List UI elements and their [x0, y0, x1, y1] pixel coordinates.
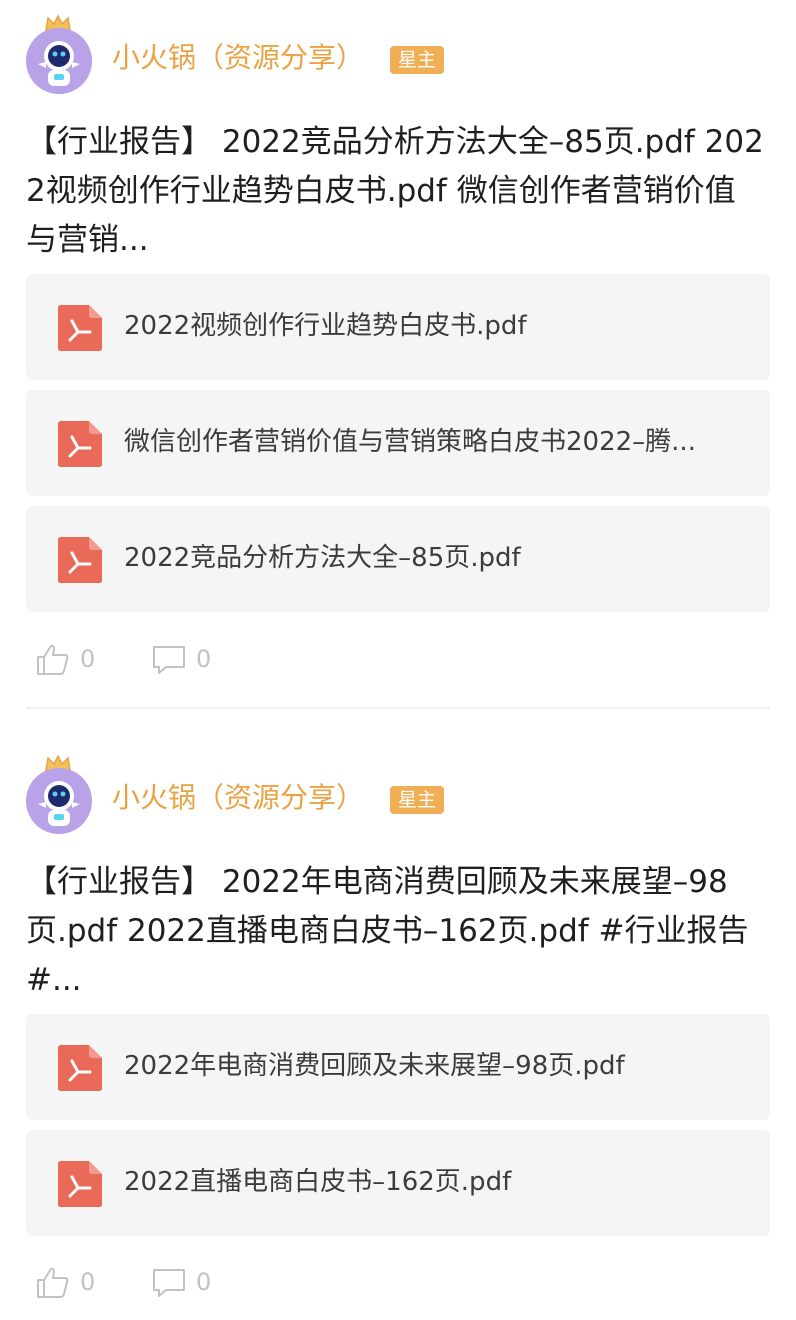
like-count: 0 [80, 645, 96, 673]
thumbs-up-icon [37, 1267, 69, 1298]
file-attachment[interactable]: 2022年电商消费回顾及未来展望–98页.pdf [26, 1014, 770, 1120]
pdf-icon [58, 1045, 102, 1091]
pdf-icon [58, 421, 102, 467]
file-attachment[interactable]: 2022竞品分析方法大全–85页.pdf [26, 506, 770, 612]
avatar[interactable] [26, 14, 92, 94]
astronaut-illustration [26, 28, 92, 94]
owner-badge: 星主 [390, 46, 445, 74]
file-name: 2022竞品分析方法大全–85页.pdf [124, 543, 521, 573]
author-row[interactable]: 小火锅（资源分享） 星主 [26, 14, 766, 94]
thumbs-up-icon [37, 644, 69, 675]
author-row[interactable]: 小火锅（资源分享） 星主 [26, 754, 766, 834]
post-actions: 0 0 [36, 1263, 336, 1303]
avatar[interactable] [26, 754, 92, 834]
file-attachment[interactable]: 微信创作者营销价值与营销策略白皮书2022–腾... [26, 390, 770, 496]
post-actions: 0 0 [36, 640, 336, 680]
owner-badge: 星主 [390, 786, 445, 814]
author-name[interactable]: 小火锅（资源分享） [112, 780, 364, 816]
file-list: 2022视频创作行业趋势白皮书.pdf 微信创作者营销价值与营销策略白皮书202… [26, 274, 770, 622]
comment-icon [153, 1269, 185, 1297]
file-name: 2022视频创作行业趋势白皮书.pdf [124, 311, 527, 341]
post-text[interactable]: 【行业报告】 2022年电商消费回顾及未来展望–98页.pdf 2022直播电商… [26, 858, 766, 1005]
post-text[interactable]: 【行业报告】 2022竞品分析方法大全–85页.pdf 2022视频创作行业趋势… [26, 118, 766, 265]
file-name: 微信创作者营销价值与营销策略白皮书2022–腾... [124, 427, 696, 457]
comment-count: 0 [196, 645, 212, 673]
file-list: 2022年电商消费回顾及未来展望–98页.pdf 2022直播电商白皮书–162… [26, 1014, 770, 1246]
pdf-icon [58, 537, 102, 583]
comment-icon [153, 646, 185, 674]
author-name[interactable]: 小火锅（资源分享） [112, 40, 364, 76]
file-attachment[interactable]: 2022直播电商白皮书–162页.pdf [26, 1130, 770, 1236]
file-name: 2022直播电商白皮书–162页.pdf [124, 1167, 512, 1197]
astronaut-illustration [26, 768, 92, 834]
file-name: 2022年电商消费回顾及未来展望–98页.pdf [124, 1051, 625, 1081]
pdf-icon [58, 305, 102, 351]
comment-count: 0 [196, 1268, 212, 1296]
like-count: 0 [80, 1268, 96, 1296]
pdf-icon [58, 1161, 102, 1207]
post-divider [26, 707, 770, 709]
file-attachment[interactable]: 2022视频创作行业趋势白皮书.pdf [26, 274, 770, 380]
